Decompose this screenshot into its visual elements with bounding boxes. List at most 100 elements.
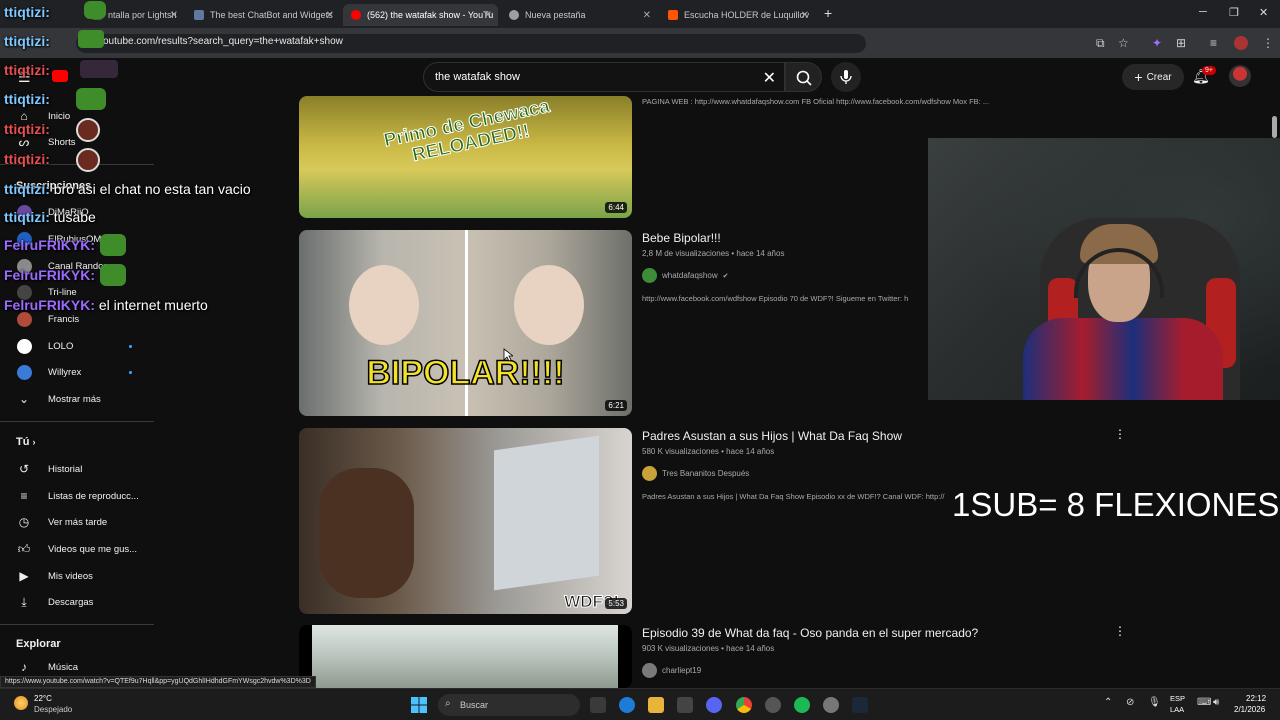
network-icon[interactable]: ⌨ <box>1197 697 1211 708</box>
clock-time[interactable]: 22:12 <box>1246 694 1266 703</box>
sidebar-item-playlists[interactable]: ≡ Listas de reproducc... <box>0 484 154 508</box>
profile-avatar[interactable] <box>1234 36 1248 50</box>
chat-username: FelruFRIKYK: <box>4 267 95 283</box>
chat-username: ttiqtizi: <box>4 181 50 197</box>
edge-icon[interactable] <box>619 697 635 713</box>
windows-taskbar: 22°C Despejado ⌕ Buscar ⌃ ⊘ 🎙︎ ESP LAA ⌨… <box>0 688 1280 720</box>
task-view-icon[interactable] <box>590 697 606 713</box>
taskbar-search[interactable]: ⌕ Buscar <box>438 694 580 716</box>
you-heading[interactable]: Tú › <box>16 436 36 448</box>
minimize-icon[interactable]: ─ <box>1199 6 1207 18</box>
video-title[interactable]: Bebe Bipolar!!! <box>642 231 721 245</box>
file-explorer-icon[interactable] <box>648 697 664 713</box>
channel-name: charliept19 <box>662 666 702 675</box>
chat-message: ttiqtizi: <box>4 148 100 172</box>
search-box[interactable]: the watafak show ✕ <box>423 62 785 92</box>
clock-date[interactable]: 2/1/2026 <box>1234 705 1265 714</box>
chat-message: ttiqtizi: bro asi el chat no esta tan va… <box>4 181 251 197</box>
chat-text: tusabe <box>53 209 96 225</box>
tab-favicon <box>668 10 678 20</box>
chat-message: FelruFRIKYK: <box>4 264 126 286</box>
obs-icon[interactable] <box>765 697 781 713</box>
video-title[interactable]: Padres Asustan a sus Hijos | What Da Faq… <box>642 429 902 443</box>
steam-icon[interactable] <box>852 697 868 713</box>
search-input[interactable]: the watafak show <box>435 71 520 83</box>
url-text[interactable]: youtube.com/results?search_query=the+wat… <box>98 36 343 47</box>
chevron-up-icon[interactable]: ⌃ <box>1104 697 1112 708</box>
windows-start-icon[interactable] <box>411 697 427 713</box>
tab-label: Escucha HOLDER de Luquillov <box>684 10 810 20</box>
more-actions-icon[interactable]: ⋮ <box>1114 427 1126 441</box>
chrome-icon[interactable] <box>736 697 752 713</box>
extension-icon[interactable]: ✦ <box>1152 36 1162 50</box>
show-more-button[interactable]: ⌄ Mostrar más <box>0 387 154 411</box>
close-icon[interactable]: ✕ <box>643 10 651 21</box>
sidebar-item-label: Francis <box>48 313 80 325</box>
media-icon[interactable]: ≡ <box>1210 36 1217 50</box>
store-icon[interactable] <box>677 697 693 713</box>
sidebar-item-liked[interactable]: 👍︎ Videos que me gus... <box>0 537 154 561</box>
chevron-right-icon: › <box>32 437 36 447</box>
channel-link[interactable]: charliept19 <box>642 663 701 678</box>
monitor-screen <box>494 435 599 591</box>
sidebar-item-watch-later[interactable]: ◷ Ver más tarde <box>0 510 154 534</box>
spotify-icon[interactable] <box>794 697 810 713</box>
sidebar-item-sub[interactable]: Willyrex <box>0 360 154 384</box>
close-icon[interactable]: ✕ <box>801 10 809 21</box>
install-icon[interactable]: ⧉ <box>1096 36 1105 51</box>
channel-link[interactable]: whatdafaqshow ✔ <box>642 268 728 283</box>
voice-search-button[interactable] <box>831 62 861 92</box>
weather-temp[interactable]: 22°C <box>34 694 52 703</box>
language-code[interactable]: ESP <box>1170 694 1185 703</box>
close-icon[interactable]: ✕ <box>170 10 178 21</box>
channel-link[interactable]: Tres Bananitos Después <box>642 466 749 481</box>
video-icon: ▶ <box>19 569 29 583</box>
sidebar-item-my-videos[interactable]: ▶ Mis videos <box>0 564 154 588</box>
divider <box>0 624 154 625</box>
close-icon[interactable]: ✕ <box>326 10 334 21</box>
mic-icon[interactable]: 🎙︎ <box>1148 697 1161 708</box>
chat-username: ttiqtizi: <box>4 62 50 78</box>
tab-soundcloud[interactable]: Escucha HOLDER de Luquillov ✕ <box>660 4 815 26</box>
tab-chatbot[interactable]: The best ChatBot and Widgets ✕ <box>186 4 340 26</box>
emote-icon <box>80 60 118 78</box>
create-button[interactable]: + Crear <box>1122 64 1184 90</box>
keyboard-layout[interactable]: LAA <box>1170 705 1184 714</box>
more-actions-icon[interactable]: ⋮ <box>1114 624 1126 638</box>
youtube-logo[interactable] <box>52 70 68 82</box>
tab-label: The best ChatBot and Widgets <box>210 10 333 20</box>
clear-search-icon[interactable]: ✕ <box>763 68 776 88</box>
clock-icon: ◷ <box>18 515 30 529</box>
puzzle-icon[interactable]: ⊞ <box>1176 36 1186 50</box>
duration-badge: 6:21 <box>605 400 627 411</box>
sidebar-item-sub[interactable]: LOLO <box>0 334 154 358</box>
scrollbar-thumb[interactable] <box>1272 116 1277 138</box>
tab-new[interactable]: Nueva pestaña ✕ <box>501 4 657 26</box>
weather-icon[interactable] <box>14 696 28 710</box>
maximize-icon[interactable]: ❐ <box>1229 6 1239 19</box>
search-button[interactable] <box>785 62 822 92</box>
sidebar-item-downloads[interactable]: ⤓ Descargas <box>0 590 154 614</box>
video-thumbnail[interactable]: WDF?! 5:53 <box>299 428 632 614</box>
close-window-icon[interactable]: ✕ <box>1259 6 1268 19</box>
account-avatar[interactable] <box>1229 65 1251 87</box>
tray-icon[interactable]: ⊘ <box>1126 697 1134 708</box>
discord-icon[interactable] <box>706 697 722 713</box>
sidebar-item-historial[interactable]: ↺ Historial <box>0 457 154 481</box>
youtube-favicon <box>351 10 361 20</box>
volume-icon[interactable]: 🔊︎ <box>1213 697 1219 708</box>
video-thumbnail[interactable] <box>299 625 632 688</box>
chat-message: ttiqtizi: <box>4 30 104 49</box>
status-bar-link: https://www.youtube.com/watch?v=QTEf9u7H… <box>0 676 316 688</box>
close-icon[interactable]: ✕ <box>484 10 492 21</box>
menu-icon[interactable]: ⋮ <box>1262 36 1274 50</box>
star-icon[interactable]: ☆ <box>1118 36 1129 50</box>
settings-gear-icon[interactable] <box>823 697 839 713</box>
new-tab-button[interactable]: + <box>824 5 832 21</box>
tab-youtube-active[interactable]: (562) the watafak show - YouTu ✕ <box>343 4 498 26</box>
video-thumbnail[interactable]: Primo de Chewaca RELOADED!! 6:44 <box>299 96 632 218</box>
taskbar-search-label: Buscar <box>460 700 489 710</box>
history-icon: ↺ <box>18 462 30 476</box>
video-title[interactable]: Episodio 39 de What da faq - Oso panda e… <box>642 626 978 640</box>
video-thumbnail[interactable]: BIPOLAR!!!! 6:21 <box>299 230 632 416</box>
